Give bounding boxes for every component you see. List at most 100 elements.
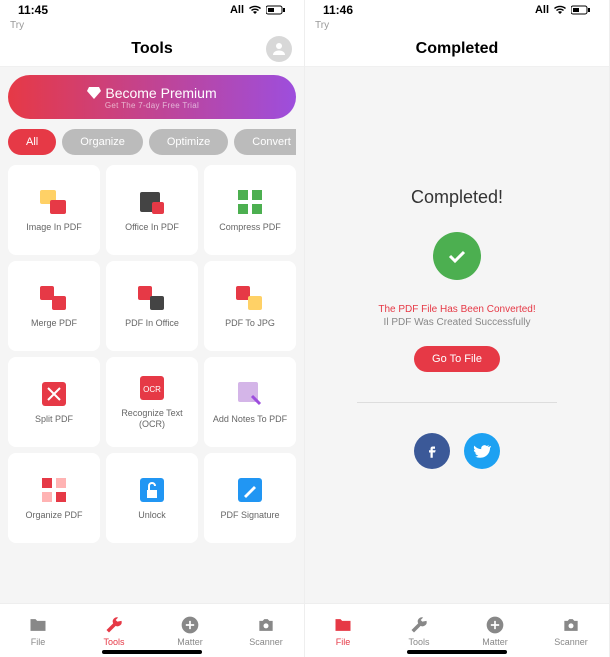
battery-icon (571, 5, 591, 15)
home-indicator[interactable] (102, 650, 202, 654)
signature-icon (236, 476, 264, 504)
status-time: 11:46 (323, 3, 353, 17)
tool-split-pdf[interactable]: Split PDF (8, 357, 100, 447)
divider (357, 402, 557, 403)
tool-label: PDF To JPG (225, 318, 275, 329)
tool-add-notes[interactable]: Add Notes To PDF (204, 357, 296, 447)
social-buttons (414, 433, 500, 469)
page-title: Tools (131, 40, 172, 58)
status-right: All (230, 4, 286, 16)
tool-label: Merge PDF (31, 318, 77, 329)
nav-scanner[interactable]: Scanner (533, 604, 609, 657)
bottom-nav: File Tools Matter Scanner (305, 603, 609, 657)
filter-tabs: All Organize Optimize Convert (8, 129, 296, 155)
status-bar: 11:46 All (305, 0, 609, 20)
tool-label: Unlock (138, 510, 166, 521)
compress-icon (236, 188, 264, 216)
share-twitter[interactable] (464, 433, 500, 469)
nav-file[interactable]: File (305, 604, 381, 657)
nav-file[interactable]: File (0, 604, 76, 657)
user-icon (270, 40, 288, 58)
tool-signature[interactable]: PDF Signature (204, 453, 296, 543)
diamond-icon (87, 87, 101, 99)
tool-office-in-pdf[interactable]: Office In PDF (106, 165, 198, 255)
tool-label: Office In PDF (125, 222, 179, 233)
try-label: Try (0, 20, 304, 31)
tool-image-in-pdf[interactable]: Image In PDF (8, 165, 100, 255)
home-indicator[interactable] (407, 650, 507, 654)
tab-organize[interactable]: Organize (62, 129, 143, 155)
nav-label: Scanner (554, 637, 588, 647)
tool-label: Compress PDF (219, 222, 281, 233)
nav-label: Tools (103, 637, 124, 647)
status-time: 11:45 (18, 3, 48, 17)
content-area: Become Premium Get The 7-day Free Trial … (0, 67, 304, 603)
go-to-file-button[interactable]: Go To File (414, 346, 500, 372)
organize-icon (40, 476, 68, 504)
tool-label: PDF In Office (125, 318, 179, 329)
nav-label: File (31, 637, 46, 647)
try-label: Try (305, 20, 609, 31)
plus-circle-icon (485, 615, 505, 635)
avatar[interactable] (266, 36, 292, 62)
tool-ocr[interactable]: OCR Recognize Text (OCR) (106, 357, 198, 447)
nav-label: File (336, 637, 351, 647)
success-check (433, 232, 481, 280)
screen-completed: 11:46 All Try Completed Completed! The P… (305, 0, 610, 657)
completed-message-1: The PDF File Has Been Converted! (378, 304, 535, 315)
tab-all[interactable]: All (8, 129, 56, 155)
merge-icon (40, 284, 68, 312)
facebook-icon (423, 442, 441, 460)
nav-label: Tools (408, 637, 429, 647)
notes-icon (236, 380, 264, 408)
check-icon (445, 244, 469, 268)
tool-pdf-in-office[interactable]: PDF In Office (106, 261, 198, 351)
tab-convert[interactable]: Convert (234, 129, 296, 155)
office-to-pdf-icon (138, 188, 166, 216)
tool-merge-pdf[interactable]: Merge PDF (8, 261, 100, 351)
svg-text:OCR: OCR (143, 385, 161, 394)
tool-pdf-to-jpg[interactable]: PDF To JPG (204, 261, 296, 351)
premium-title-text: Become Premium (105, 85, 216, 101)
nav-scanner[interactable]: Scanner (228, 604, 304, 657)
split-icon (40, 380, 68, 408)
tool-label: Add Notes To PDF (213, 414, 287, 425)
folder-icon (333, 615, 353, 635)
completed-heading: Completed! (411, 187, 503, 208)
nav-label: Matter (482, 637, 508, 647)
header: Tools (0, 31, 304, 67)
bottom-nav: File Tools Matter Scanner (0, 603, 304, 657)
completed-content: Completed! The PDF File Has Been Convert… (305, 67, 609, 603)
tool-label: Image In PDF (26, 222, 82, 233)
wifi-icon (553, 5, 567, 15)
tool-compress-pdf[interactable]: Compress PDF (204, 165, 296, 255)
completed-message-2: Il PDF Was Created Successfully (384, 317, 531, 328)
tool-label: Split PDF (35, 414, 73, 425)
nav-label: Scanner (249, 637, 283, 647)
pdf-to-office-icon (138, 284, 166, 312)
wrench-icon (104, 615, 124, 635)
plus-circle-icon (180, 615, 200, 635)
twitter-icon (473, 442, 491, 460)
screen-tools: 11:45 All Try Tools Become Premium Get T… (0, 0, 305, 657)
wrench-icon (409, 615, 429, 635)
status-right: All (535, 4, 591, 16)
status-bar: 11:45 All (0, 0, 304, 20)
premium-banner[interactable]: Become Premium Get The 7-day Free Trial (8, 75, 296, 119)
tool-unlock[interactable]: Unlock (106, 453, 198, 543)
tool-label: Organize PDF (25, 510, 82, 521)
unlock-icon (138, 476, 166, 504)
tool-organize-pdf[interactable]: Organize PDF (8, 453, 100, 543)
image-to-pdf-icon (40, 188, 68, 216)
battery-icon (266, 5, 286, 15)
folder-icon (28, 615, 48, 635)
nav-label: Matter (177, 637, 203, 647)
share-facebook[interactable] (414, 433, 450, 469)
header: Completed (305, 31, 609, 67)
camera-icon (561, 615, 581, 635)
pdf-to-jpg-icon (236, 284, 264, 312)
wifi-icon (248, 5, 262, 15)
tool-label: PDF Signature (220, 510, 279, 521)
page-title: Completed (416, 40, 499, 58)
tab-optimize[interactable]: Optimize (149, 129, 228, 155)
